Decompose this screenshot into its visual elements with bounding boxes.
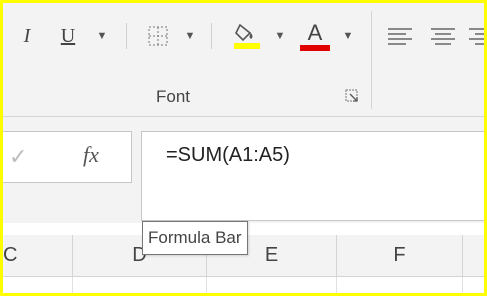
paint-bucket-icon (234, 23, 260, 49)
formula-text: =SUM(A1:A5) (166, 144, 290, 166)
cell[interactable] (337, 277, 463, 293)
font-color-swatch (300, 45, 330, 51)
cell[interactable] (73, 277, 207, 293)
font-group-label: Font (155, 87, 191, 106)
separator (126, 23, 127, 49)
fill-color-dropdown-chevron-down-icon[interactable]: ▼ (273, 21, 287, 51)
column-header-g[interactable] (463, 235, 484, 277)
borders-dropdown-chevron-down-icon[interactable]: ▼ (183, 21, 197, 51)
ribbon: I U ▼ ▼ ▼ A ▼ Font (3, 3, 484, 117)
underline-dropdown-chevron-down-icon[interactable]: ▼ (95, 21, 109, 51)
align-center-button[interactable] (427, 21, 459, 51)
underline-button[interactable]: U (54, 21, 82, 51)
font-dialog-launcher-icon[interactable] (345, 89, 359, 103)
align-center-icon (431, 28, 455, 45)
borders-icon (148, 26, 168, 46)
fill-color-button[interactable] (227, 21, 267, 51)
separator (211, 23, 212, 49)
font-color-button[interactable]: A (297, 20, 333, 51)
excel-window: I U ▼ ▼ ▼ A ▼ Font ✓ fx =SUM(A1:A5) C D … (3, 3, 484, 293)
formula-bar-area: ✓ fx =SUM(A1:A5) (3, 117, 484, 223)
align-right-button[interactable] (465, 21, 484, 51)
align-left-icon (388, 28, 412, 45)
font-color-letter: A (307, 20, 323, 45)
column-header-c[interactable]: C (3, 235, 73, 277)
group-separator (371, 11, 372, 109)
italic-button[interactable]: I (12, 21, 42, 51)
insert-function-button[interactable]: fx (83, 142, 99, 168)
cell[interactable] (463, 277, 484, 293)
font-color-dropdown-chevron-down-icon[interactable]: ▼ (341, 21, 355, 51)
cell[interactable] (3, 277, 73, 293)
enter-check-icon[interactable]: ✓ (9, 144, 27, 170)
column-header-f[interactable]: F (337, 235, 463, 277)
align-right-icon (469, 28, 484, 45)
align-top-left-button[interactable] (384, 21, 416, 51)
formula-bar-buttons: ✓ fx (3, 131, 132, 183)
formula-input[interactable]: =SUM(A1:A5) (141, 131, 484, 221)
cell[interactable] (207, 277, 337, 293)
formula-bar-tooltip: Formula Bar (142, 221, 248, 255)
borders-button[interactable] (141, 21, 175, 51)
dialog-launcher-glyph (345, 89, 358, 102)
